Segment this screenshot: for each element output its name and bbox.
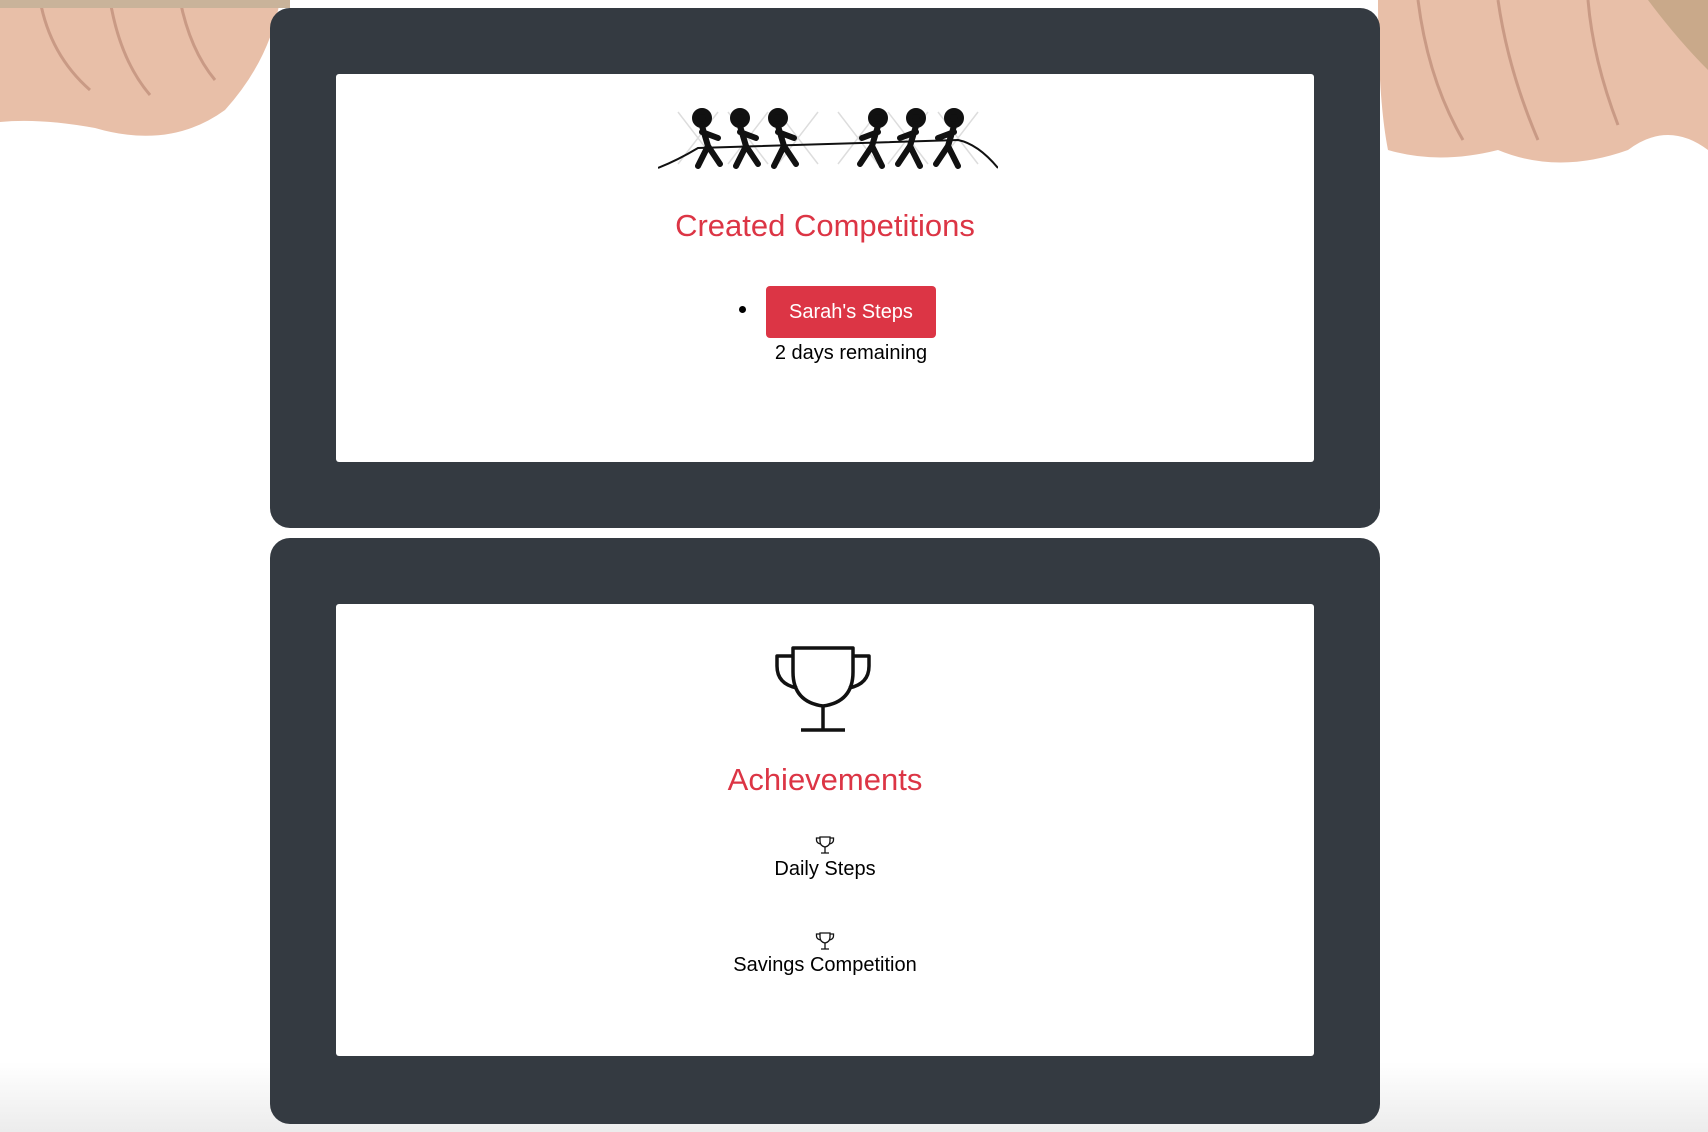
competition-button[interactable]: Sarah's Steps — [766, 286, 936, 338]
competitions-panel: Created Competitions Sarah's Steps 2 day… — [270, 8, 1380, 528]
tug-of-war-icon — [658, 108, 998, 169]
competition-remaining: 2 days remaining — [774, 342, 928, 364]
achievement-label: Daily Steps — [774, 858, 876, 880]
small-trophy-icon — [815, 932, 835, 950]
competitions-card: Created Competitions Sarah's Steps 2 day… — [336, 74, 1314, 462]
background-hands-right — [1378, 0, 1708, 163]
list-bullet — [739, 306, 746, 313]
achievements-card: Achievements Daily Steps Savings Competi… — [336, 604, 1314, 1056]
competitions-title: Created Competitions — [675, 208, 975, 243]
achievement-item: Savings Competition — [336, 932, 1314, 977]
achievement-item: Daily Steps — [336, 836, 1314, 881]
background-hands-left — [0, 0, 290, 136]
achievements-panel: Achievements Daily Steps Savings Competi… — [270, 538, 1380, 1124]
small-trophy-icon — [815, 836, 835, 854]
achievement-label: Savings Competition — [733, 954, 917, 976]
achievements-title: Achievements — [727, 762, 923, 797]
trophy-icon — [775, 646, 871, 732]
